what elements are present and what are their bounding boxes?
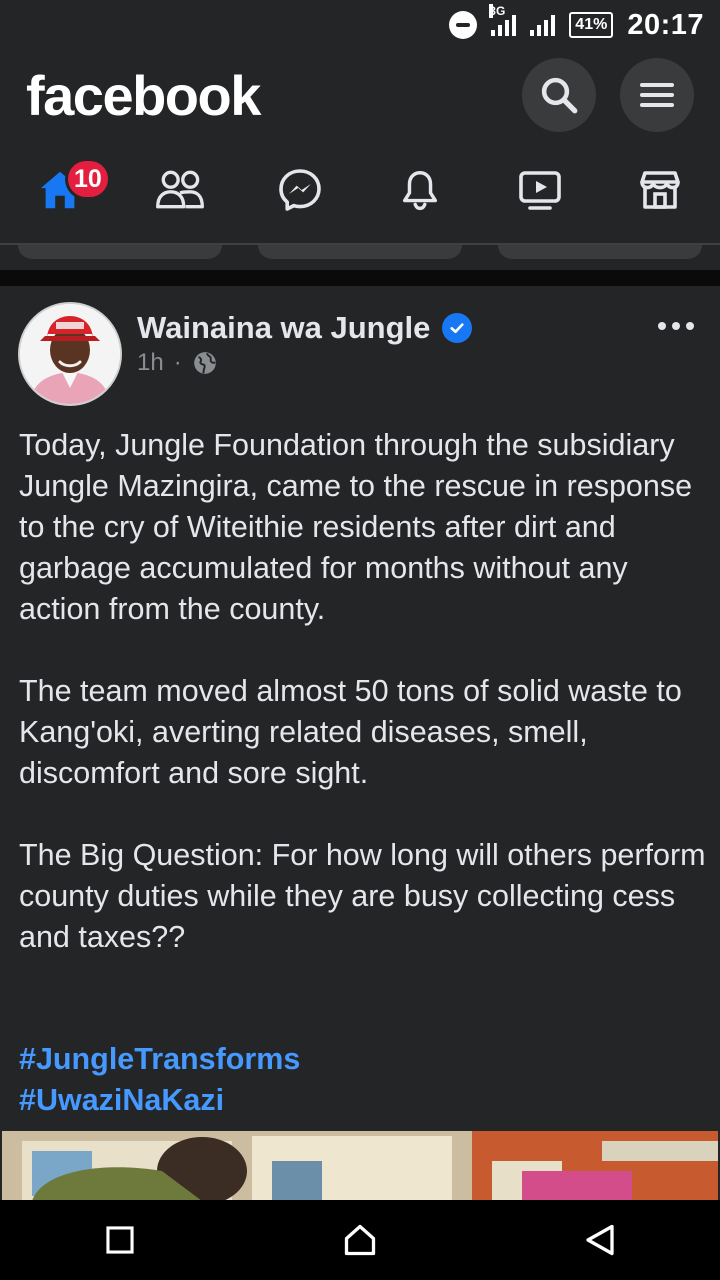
post-hashtags: #JungleTransforms #UwaziNaKazi [19, 1039, 300, 1121]
more-dot-icon [686, 322, 694, 330]
post-time[interactable]: 1h [137, 349, 164, 377]
status-bar: 3G 41% 20:17 [0, 0, 720, 50]
hashtag-link[interactable]: #UwaziNaKazi [19, 1080, 300, 1121]
recents-button[interactable] [80, 1200, 160, 1280]
recents-icon [106, 1226, 134, 1254]
facebook-logo[interactable]: facebook [26, 63, 498, 128]
post-paragraph: The team moved almost 50 tons of solid w… [19, 674, 682, 790]
app-header: facebook [0, 50, 720, 140]
network-type: 3G [489, 4, 506, 18]
post-meta: 1h · [137, 349, 218, 377]
story-card[interactable] [498, 245, 702, 259]
post-paragraph: The Big Question: For how long will othe… [19, 838, 706, 954]
back-icon [586, 1224, 614, 1256]
tab-notifications[interactable] [370, 150, 470, 230]
avatar[interactable] [18, 302, 122, 406]
clock: 20:17 [627, 8, 704, 41]
menu-icon [640, 83, 674, 107]
search-icon [541, 77, 578, 114]
home-outline-icon [344, 1224, 376, 1256]
menu-button[interactable] [620, 58, 694, 132]
search-button[interactable] [522, 58, 596, 132]
more-dot-icon [658, 322, 666, 330]
do-not-disturb-icon [449, 11, 478, 39]
video-icon [519, 171, 561, 210]
notification-badge: 10 [65, 158, 111, 200]
signal-strength-icon-sim2 [530, 14, 556, 36]
battery-indicator: 41% [569, 12, 614, 38]
feed-post: Wainaina wa Jungle 1h · Today, Jungle Fo… [0, 286, 720, 1201]
globe-icon [193, 352, 216, 374]
screen: 3G 41% 20:17 facebook 10 Wainaina wa Jun… [0, 0, 720, 1280]
more-dot-icon [672, 322, 680, 330]
story-card[interactable] [258, 245, 462, 259]
story-card[interactable] [18, 245, 222, 259]
meta-separator: · [173, 349, 182, 376]
tab-marketplace[interactable] [610, 150, 710, 230]
tab-friends[interactable] [130, 150, 230, 230]
bell-icon [402, 171, 438, 211]
home-button[interactable] [320, 1200, 400, 1280]
post-paragraph: Today, Jungle Foundation through the sub… [19, 428, 693, 626]
nav-tabs: 10 [0, 145, 720, 235]
post-options-button[interactable] [658, 316, 698, 336]
post-author[interactable]: Wainaina wa Jungle [137, 310, 473, 346]
store-icon [640, 171, 680, 209]
photo-scene [2, 1131, 718, 1201]
author-name[interactable]: Wainaina wa Jungle [137, 310, 430, 346]
profile-photo [20, 304, 120, 404]
post-photo[interactable] [2, 1131, 718, 1201]
friends-icon [156, 170, 204, 209]
feed-separator [0, 270, 720, 286]
back-button[interactable] [560, 1200, 640, 1280]
tab-home[interactable]: 10 [10, 150, 111, 230]
verified-badge-icon [442, 313, 473, 343]
messenger-icon [279, 169, 321, 211]
tab-messenger[interactable] [250, 150, 350, 230]
signal-strength-icon-sim1: 3G [489, 4, 517, 36]
hashtag-link[interactable]: #JungleTransforms [19, 1039, 300, 1080]
post-body: Today, Jungle Foundation through the sub… [19, 425, 709, 999]
tab-watch[interactable] [490, 150, 590, 230]
system-nav-bar [0, 1200, 720, 1280]
